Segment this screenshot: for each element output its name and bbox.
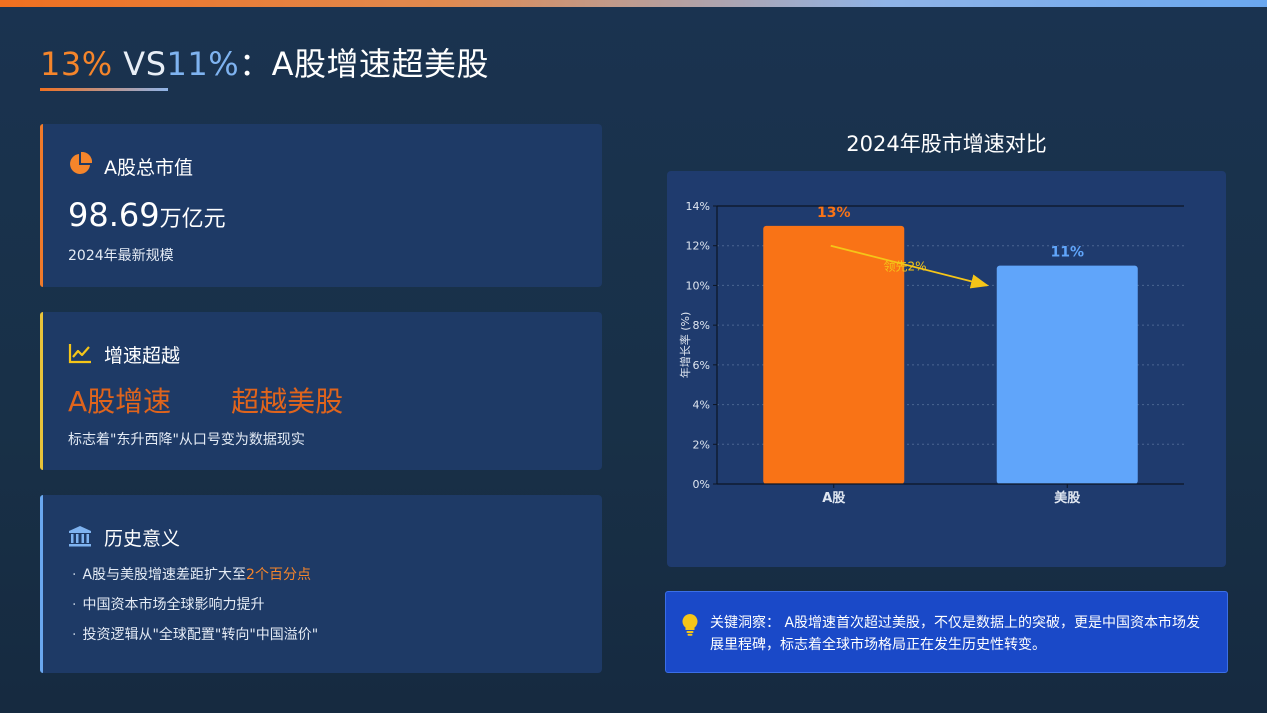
pie-chart-icon xyxy=(68,151,93,180)
chart-title: 2024年股市增速对比 xyxy=(846,132,1047,156)
bullet-text: A股与美股增速差距扩大至 xyxy=(82,567,247,583)
y-tick-label: 6% xyxy=(693,359,710,372)
bar-value-label: 13% xyxy=(817,205,851,221)
growth-highlight: A股增速 超越美股 xyxy=(68,380,343,420)
market-cap-card: A股总市值 98.69万亿元 2024年最新规模 xyxy=(40,124,602,287)
title-a-share-rate: 13% xyxy=(40,45,113,83)
bar-chart: 0% 2% 4% 6% 8% 10% 12% 14% 13% A股 11% 美股 年增长率 (%) 领先2… xyxy=(678,200,1184,506)
y-tick-label: 10% xyxy=(686,279,710,292)
y-tick-label: 4% xyxy=(693,399,710,412)
title-us-rate: 11% xyxy=(166,45,240,83)
history-label: 历史意义 xyxy=(104,528,181,550)
market-cap-value: 98.69万亿元 xyxy=(68,196,226,234)
insight-body: A股增速首次超过美股，不仅是数据上的突破，更是中国资本市场发展里程碑，标志着全球… xyxy=(710,615,1201,653)
growth-card: 增速超越 A股增速 超越美股 标志着"东升西降"从口号变为数据现实 xyxy=(40,312,602,470)
bank-icon xyxy=(68,525,92,551)
growth-subtitle: 标志着"东升西降"从口号变为数据现实 xyxy=(68,432,305,448)
line-chart-icon xyxy=(68,342,92,368)
bar-2 xyxy=(996,265,1138,484)
growth-highlight-right: 超越美股 xyxy=(231,385,344,418)
bullet-highlight: 2个百分点 xyxy=(246,567,311,583)
lightbulb-icon xyxy=(682,614,698,640)
list-item: · 投资逻辑从"全球配置"转向"中国溢价" xyxy=(72,627,319,643)
history-card: 历史意义 · A股与美股增速差距扩大至2个百分点 · 中国资本市场全球影响力提升 ·… xyxy=(40,495,602,673)
y-axis-label: 年增长率 (%) xyxy=(678,312,692,379)
insight-text: 关键洞察： A股增速首次超过美股，不仅是数据上的突破，更是中国资本市场发展里程碑… xyxy=(710,612,1210,656)
title-text: ：A股增速超美股 xyxy=(239,45,490,83)
growth-label: 增速超越 xyxy=(104,345,181,367)
y-tick-label: 8% xyxy=(693,319,710,332)
lead-annotation: 领先2% xyxy=(883,260,926,274)
market-cap-number: 98.69 xyxy=(68,196,160,234)
bullet-text: 投资逻辑从"全球配置"转向"中国溢价" xyxy=(82,627,319,643)
y-tick-label: 14% xyxy=(686,200,710,213)
list-item: · A股与美股增速差距扩大至2个百分点 xyxy=(72,567,311,583)
history-bullet-list: · A股与美股增速差距扩大至2个百分点 · 中国资本市场全球影响力提升 · 投资逻辑从… xyxy=(72,565,318,655)
page-title: 13% VS11%：A股增速超美股 xyxy=(40,42,489,86)
insight-box: 关键洞察： A股增速首次超过美股，不仅是数据上的突破，更是中国资本市场发展里程碑… xyxy=(665,591,1228,673)
chart-panel: 0% 2% 4% 6% 8% 10% 12% 14% 13% A股 11% 美股 年增长率 (%) 领先2… xyxy=(667,171,1226,567)
insight-label: 关键洞察： xyxy=(710,615,780,631)
market-cap-card-header: A股总市值 xyxy=(68,151,193,180)
market-cap-label: A股总市值 xyxy=(104,156,193,179)
y-tick-label: 2% xyxy=(693,438,710,451)
bar-value-label: 11% xyxy=(1050,245,1084,261)
growth-card-header: 增速超越 xyxy=(68,341,180,368)
title-underline xyxy=(40,88,168,91)
y-tick-label: 0% xyxy=(693,478,710,491)
growth-highlight-left: A股增速 xyxy=(68,385,172,418)
x-tick-label: 美股 xyxy=(1054,490,1080,506)
market-cap-subtitle: 2024年最新规模 xyxy=(68,248,174,264)
history-card-header: 历史意义 xyxy=(68,524,180,551)
market-cap-unit: 万亿元 xyxy=(159,207,226,232)
title-vs: VS xyxy=(112,45,167,83)
bullet-text: 中国资本市场全球影响力提升 xyxy=(82,597,265,613)
y-tick-label: 12% xyxy=(686,240,710,253)
list-item: · 中国资本市场全球影响力提升 xyxy=(72,597,265,613)
x-tick-label: A股 xyxy=(822,491,845,506)
top-accent-bar xyxy=(0,0,1267,7)
